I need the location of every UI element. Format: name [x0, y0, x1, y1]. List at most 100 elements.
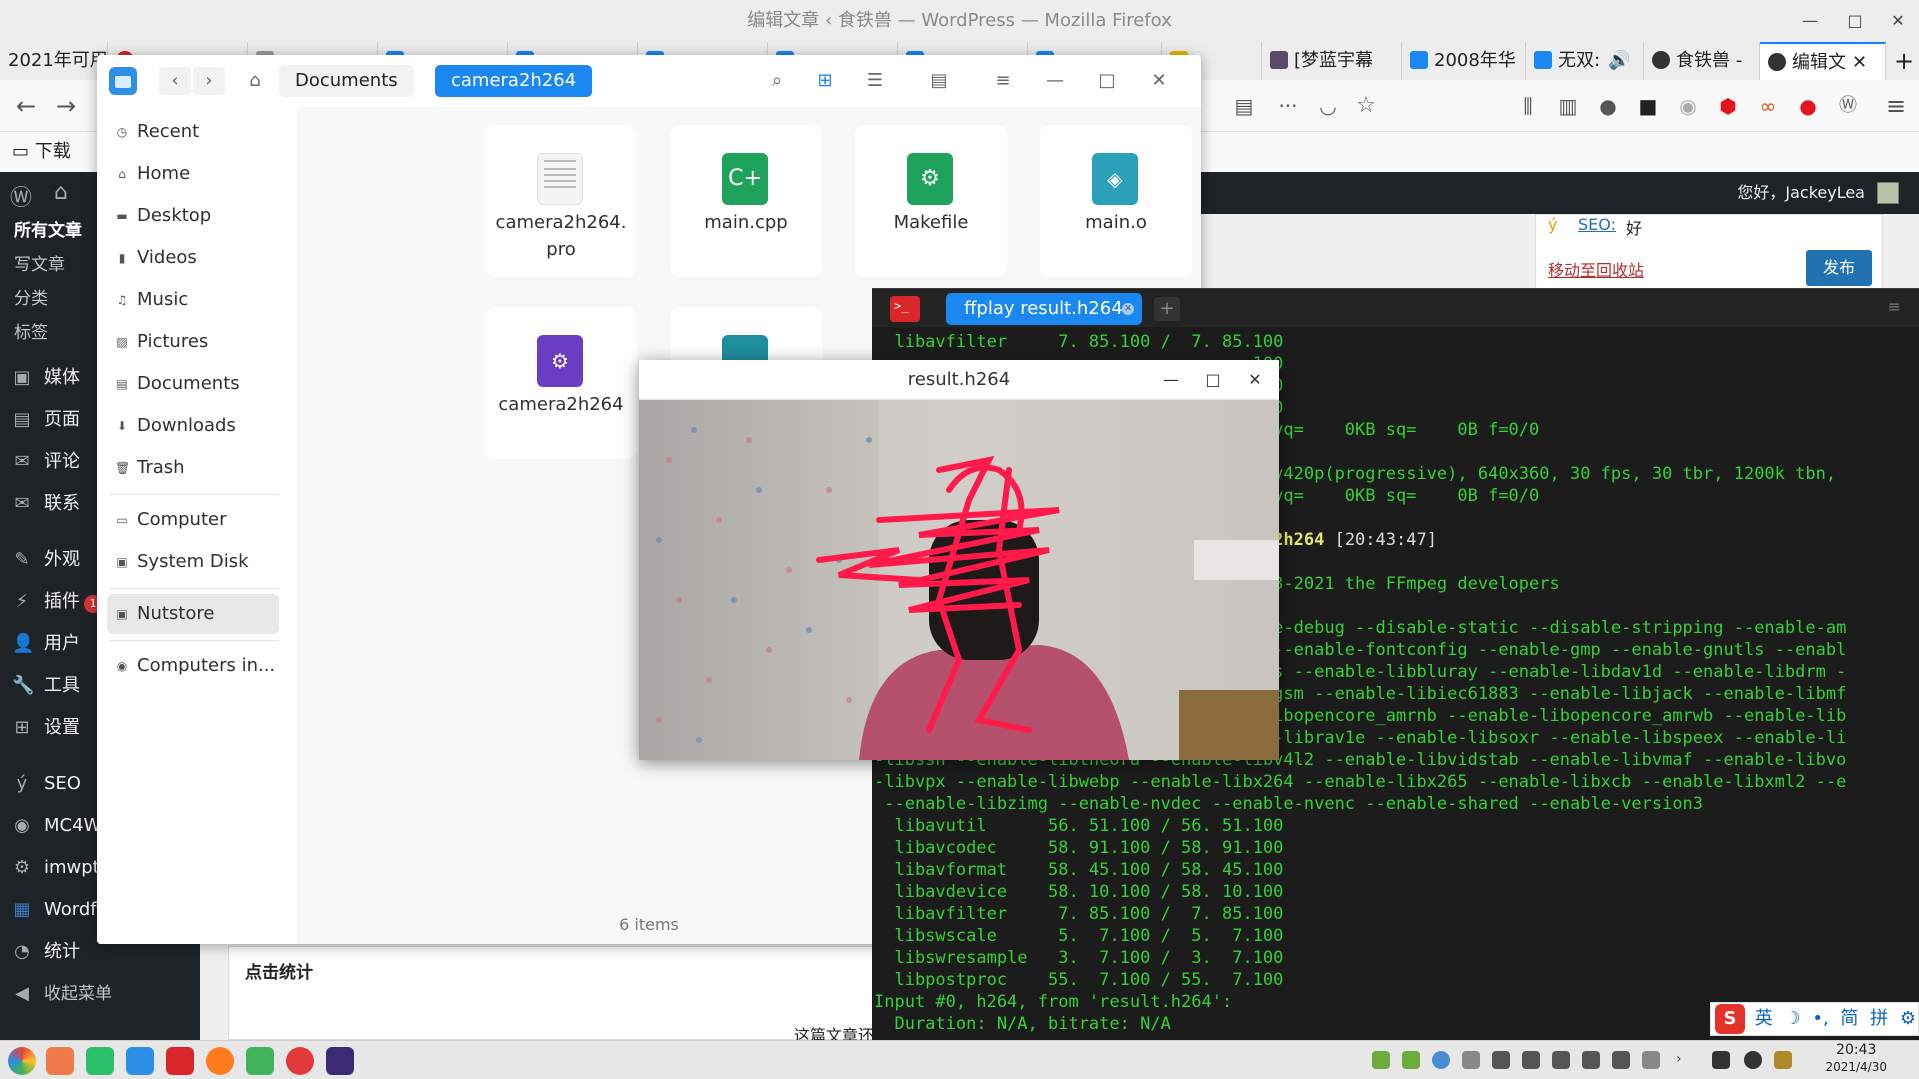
file-item[interactable]: ⚙ camera2h264 [485, 307, 637, 459]
file-item[interactable]: ◈ main.o [1040, 125, 1192, 277]
tab-3[interactable]: 无双: 🔊 [1526, 42, 1644, 80]
forward-icon[interactable]: → [50, 90, 82, 122]
page-actions-icon[interactable]: ··· [1272, 90, 1304, 122]
tray-app-icon[interactable] [1432, 1051, 1450, 1069]
publish-button[interactable]: 发布 [1806, 250, 1872, 286]
sidebar-item-downloads[interactable]: ⬇ Downloads [107, 406, 279, 446]
sidebar-item-system-disk[interactable]: ▣ System Disk [107, 542, 279, 582]
extension-icon[interactable]: ∞ [1752, 90, 1784, 122]
sidebar-item-pictures[interactable]: ▨ Pictures [107, 322, 279, 362]
minimize-icon[interactable]: — [1790, 0, 1830, 42]
pocket-icon[interactable]: ◡ [1312, 90, 1344, 122]
clock[interactable]: 20:43 2021/4/30 [1825, 1042, 1887, 1076]
desktop-switch-icon[interactable] [86, 1047, 114, 1075]
chevron-right-icon[interactable]: › [1676, 1051, 1694, 1069]
volume-icon[interactable] [1492, 1051, 1510, 1069]
tray-app-icon[interactable] [1774, 1051, 1792, 1069]
wifi-icon[interactable] [1582, 1051, 1600, 1069]
menu-collapse[interactable]: ◀ 收起菜单 [0, 974, 200, 1014]
close-icon[interactable]: ✕ [1878, 0, 1918, 42]
tab-5-active[interactable]: 编辑文 ✕ [1760, 42, 1886, 80]
speaker-icon[interactable]: 🔊 [1608, 50, 1630, 71]
extension-icon[interactable]: ◉ [1672, 90, 1704, 122]
home-icon[interactable]: ⌂ [239, 67, 271, 95]
tray-app-icon[interactable] [1552, 1051, 1570, 1069]
tray-app-icon[interactable] [1522, 1051, 1540, 1069]
sidebar-item-home[interactable]: ⌂ Home [107, 154, 279, 194]
battery-icon[interactable] [1612, 1051, 1630, 1069]
power-icon[interactable] [1744, 1051, 1762, 1069]
tray-app-icon[interactable] [1642, 1051, 1660, 1069]
close-tab-icon[interactable]: ✕ [1122, 303, 1134, 315]
sidebar-item-videos[interactable]: ▮ Videos [107, 238, 279, 278]
new-tab-icon[interactable]: + [1886, 42, 1919, 80]
extension-icon[interactable]: ● [1592, 90, 1624, 122]
sidebar-item-recent[interactable]: ◷ Recent [107, 112, 279, 152]
sidebar-toggle-icon[interactable]: ▥ [1552, 90, 1584, 122]
minimize-icon[interactable]: — [1157, 366, 1185, 394]
list-view-icon[interactable]: ☰ [861, 67, 889, 95]
network-icon[interactable] [1462, 1051, 1480, 1069]
menu-icon[interactable]: ≡ [1888, 297, 1901, 316]
reader-view-icon[interactable]: ▤ [1228, 90, 1260, 122]
extension-icon[interactable]: ■ [1632, 90, 1664, 122]
terminal-taskbar-icon[interactable] [166, 1047, 194, 1075]
menu-tags[interactable]: 标签 [0, 316, 48, 350]
close-icon[interactable]: ✕ [1145, 67, 1173, 95]
launcher-icon[interactable] [8, 1047, 36, 1075]
sidebar-item-computer[interactable]: ▭ Computer [107, 500, 279, 540]
bookmark-item[interactable]: 下载 [35, 141, 71, 162]
forward-icon[interactable]: › [193, 67, 225, 95]
tab-1[interactable]: [梦蓝宇幕 [1262, 42, 1402, 80]
close-tab-icon[interactable]: ✕ [1852, 52, 1867, 73]
file-item[interactable]: ⚙ Makefile [855, 125, 1007, 277]
extension-icon[interactable]: ● [1792, 90, 1824, 122]
menu-categories[interactable]: 分类 [0, 282, 48, 316]
sidebar-item-nutstore[interactable]: ▣ Nutstore [107, 594, 279, 634]
detail-view-icon[interactable]: ▤ [925, 67, 953, 95]
avatar[interactable] [1877, 182, 1899, 204]
maximize-icon[interactable]: □ [1199, 366, 1227, 394]
move-to-trash-link[interactable]: 移动至回收站 [1548, 257, 1644, 281]
library-icon[interactable]: ⫼ [1512, 90, 1544, 122]
new-tab-icon[interactable]: + [1154, 297, 1180, 321]
search-icon[interactable]: ⌕ [763, 67, 791, 95]
qt-creator-taskbar-icon[interactable] [246, 1047, 274, 1075]
sidebar-item-network[interactable]: ◉ Computers in... [107, 646, 279, 686]
multitask-icon[interactable] [46, 1047, 74, 1075]
file-manager-taskbar-icon[interactable] [126, 1047, 154, 1075]
camera2h264-taskbar-icon[interactable] [326, 1047, 354, 1075]
menu-all-posts[interactable]: 所有文章 [0, 214, 82, 248]
sidebar-item-trash[interactable]: 🗑 Trash [107, 448, 279, 488]
back-icon[interactable]: ‹ [159, 67, 191, 95]
ime-simplified-toggle[interactable]: 简 [1840, 1008, 1858, 1029]
breadcrumb-camera2h264[interactable]: camera2h264 [435, 65, 593, 97]
tray-app-icon[interactable] [1402, 1051, 1420, 1069]
seo-link[interactable]: SEO: [1578, 215, 1616, 234]
terminal-tab[interactable]: ffplay result.h264 ✕ [946, 293, 1142, 325]
adblock-icon[interactable]: ⬢ [1712, 90, 1744, 122]
home-icon[interactable]: ⌂ [54, 180, 68, 205]
video-frame[interactable] [639, 400, 1279, 760]
file-item[interactable]: C+ main.cpp [670, 125, 822, 277]
sidebar-item-desktop[interactable]: ▬ Desktop [107, 196, 279, 236]
netease-music-taskbar-icon[interactable] [286, 1047, 314, 1075]
menu-write-post[interactable]: 写文章 [0, 248, 65, 282]
user-greeting[interactable]: 您好，JackeyLea [1737, 172, 1865, 214]
maximize-icon[interactable]: □ [1835, 0, 1875, 42]
breadcrumb-documents[interactable]: Documents [279, 65, 414, 97]
sidebar-item-music[interactable]: ♫ Music [107, 280, 279, 320]
bookmark-star-icon[interactable]: ☆ [1350, 90, 1382, 122]
menu-icon[interactable]: ≡ [989, 67, 1017, 95]
tray-app-icon[interactable] [1372, 1051, 1390, 1069]
maximize-icon[interactable]: □ [1093, 67, 1121, 95]
minimize-icon[interactable]: — [1041, 67, 1069, 95]
sidebar-item-documents[interactable]: ▤ Documents [107, 364, 279, 404]
icon-view-icon[interactable]: ⊞ [811, 67, 839, 95]
firefox-taskbar-icon[interactable] [206, 1047, 234, 1075]
wordpress-logo-icon[interactable]: Ⓦ [10, 180, 32, 212]
extension-icon[interactable]: Ⓦ [1832, 90, 1864, 122]
close-icon[interactable]: ✕ [1241, 366, 1269, 394]
notification-icon[interactable] [1712, 1051, 1730, 1069]
tab-0[interactable]: 2021年可用 [0, 42, 108, 80]
